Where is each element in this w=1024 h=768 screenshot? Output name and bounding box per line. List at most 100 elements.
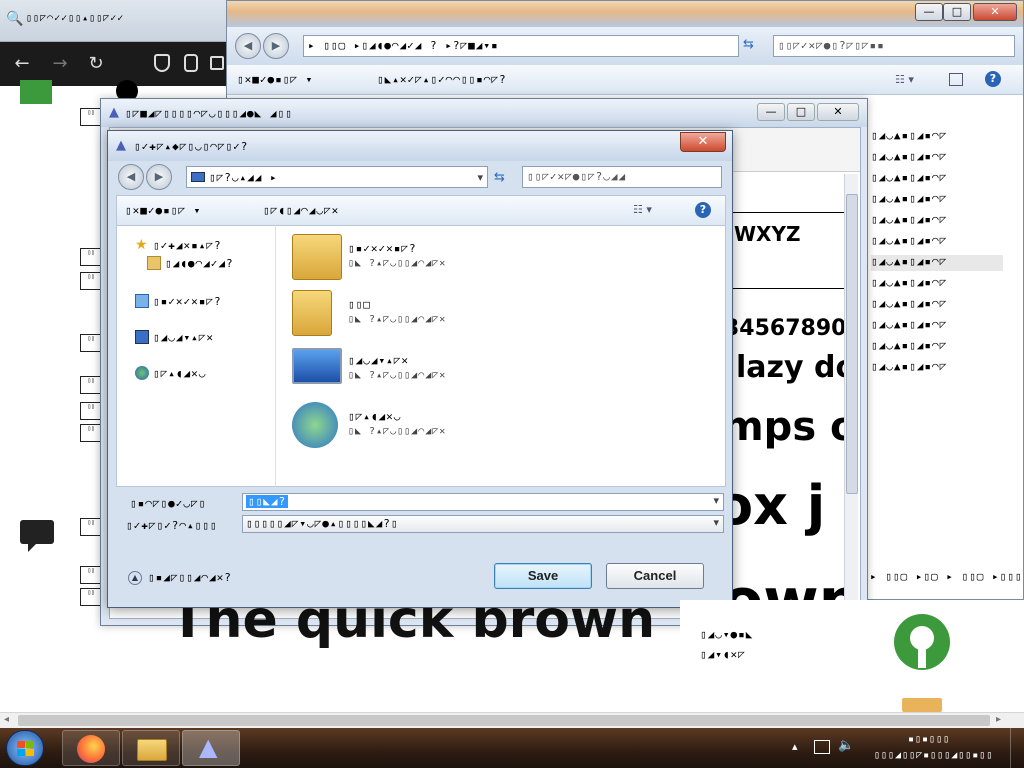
- reload-button[interactable]: ↻: [84, 52, 108, 76]
- forward-button[interactable]: ▶: [146, 164, 172, 190]
- list-item[interactable]: ▯◢◡▲▪▯◢▪◠◸: [871, 150, 1003, 166]
- view-options-icon[interactable]: ☷ ▾: [633, 203, 652, 216]
- list-item[interactable]: ▯◸▴◖◢✕◡ ▯◣ ?▴◸◡▯▯◢◠◢◸✕: [276, 398, 722, 452]
- search-input[interactable]: ▯▯◸✓✕◸●▯◸?◡◢◢: [522, 166, 722, 188]
- explorer-lower-area: ▸ ▯▯▢ ▸▯▢ ▸ ▯▯▢ ▸▯▯▯ ▯◢◡▾●▪◣ ▯◢▾◖✕◸: [680, 570, 1024, 712]
- list-item[interactable]: ▯▯: [80, 108, 102, 126]
- shield-icon[interactable]: [154, 54, 170, 72]
- search-input[interactable]: ▯▯◸✓✕◸●▯?◸▯◸▪▪: [773, 35, 1015, 57]
- preview-pane-icon[interactable]: [949, 73, 963, 86]
- chevron-down-icon[interactable]: ▾: [713, 494, 719, 507]
- chevron-down-icon[interactable]: ▾: [713, 516, 719, 529]
- list-item[interactable]: ▯◢◡▲▪▯◢▪◠◸: [871, 255, 1003, 271]
- list-item[interactable]: ▯▯: [80, 248, 102, 266]
- refresh-icon[interactable]: ⇆: [494, 170, 505, 185]
- view-options-icon[interactable]: ☷ ▾: [895, 73, 914, 86]
- list-item[interactable]: ▯▯: [80, 424, 102, 442]
- help-icon[interactable]: ?: [985, 71, 1001, 87]
- help-icon[interactable]: ?: [695, 202, 711, 218]
- taskbar-app[interactable]: ▲: [182, 730, 240, 766]
- close-button[interactable]: ✕: [817, 103, 859, 121]
- hide-folders-toggle[interactable]: ▯▪◢◸▯▯◢◠◢✕?: [148, 571, 232, 584]
- tray-time[interactable]: ▪▯▪▯▯▯: [908, 734, 950, 745]
- chat-icon[interactable]: [20, 520, 56, 552]
- toolbar-button[interactable]: ▯◣▴✕✓◸▴▯✓◠◠▯▯▪◠◸?: [377, 73, 507, 86]
- list-item[interactable]: ▯◢◡▲▪▯◢▪◠◸: [871, 360, 1003, 376]
- dialog-footer: ▲ ▯▪◢◸▯▯◢◠◢✕? Save Cancel: [116, 547, 726, 603]
- list-item[interactable]: ▯▯□ ▯◣ ?▴◸◡▯▯◢◠◢◸✕: [276, 286, 722, 340]
- list-item[interactable]: ▯▯: [80, 272, 102, 290]
- browser-tab[interactable]: 🔍 ▯▯◸◠✓✓▯▯▴▯▯◸✓✓: [0, 0, 226, 42]
- taskbar-explorer[interactable]: [122, 730, 180, 766]
- vertical-scrollbar[interactable]: [844, 174, 858, 616]
- list-item[interactable]: ▯▯: [80, 588, 102, 606]
- list-item[interactable]: ▯▯: [80, 334, 102, 352]
- list-item[interactable]: ▯◢◡▲▪▯◢▪◠◸: [871, 171, 1003, 187]
- back-button[interactable]: ◀: [235, 33, 261, 59]
- maximize-button[interactable]: □: [943, 3, 971, 21]
- scroll-thumb[interactable]: [846, 194, 858, 494]
- new-folder-button[interactable]: ▯◸◖▯◢◠◢◡◸✕: [263, 204, 339, 217]
- list-item[interactable]: ▯◢◡▲▪▯◢▪◠◸: [871, 276, 1003, 292]
- forward-button[interactable]: ▶: [263, 33, 289, 59]
- list-item[interactable]: ▯◢◡▲▪▯◢▪◠◸: [871, 213, 1003, 229]
- tray-date[interactable]: ▯▯▯◢▯▯◸▪▯▯▯◢▯▯▪▯▯: [874, 750, 994, 761]
- preview-line: 34567890: [724, 316, 847, 341]
- explorer-titlebar: — □ ✕: [227, 1, 1023, 27]
- action-center-icon[interactable]: [814, 740, 830, 754]
- logo-icon: [894, 614, 950, 670]
- list-item[interactable]: ▯◢◡▲▪▯◢▪◠◸: [871, 339, 1003, 355]
- list-item[interactable]: ▯◢◡▲▪▯◢▪◠◸: [871, 234, 1003, 250]
- list-item[interactable]: ▯◢◡▲▪▯◢▪◠◸: [871, 129, 1003, 145]
- nav-item-desktop[interactable]: ▯◢◖●◠◢✓◢?: [147, 254, 234, 272]
- taskbar-firefox[interactable]: [62, 730, 120, 766]
- nav-item-network[interactable]: ▯◸▴◖◢✕◡: [135, 364, 206, 382]
- permissions-icon[interactable]: [210, 56, 224, 70]
- scroll-left-icon[interactable]: ◂: [4, 714, 9, 725]
- organize-button[interactable]: ▯✕■✓●▪▯◸ ▾: [125, 204, 201, 217]
- nav-item-favorites[interactable]: ★ ▯✓✚◢✕▪▴◸?: [135, 236, 222, 254]
- list-item[interactable]: ▯◢◡◢▾▴◸✕ ▯◣ ?▴◸◡▯▯◢◠◢◸✕: [276, 342, 722, 396]
- nav-item-libraries[interactable]: ▯▪✓✕✓✕▪◸?: [135, 292, 222, 310]
- start-button[interactable]: [6, 730, 44, 766]
- minimize-button[interactable]: —: [757, 103, 785, 121]
- organize-button[interactable]: ▯✕■✓●▪▯◸ ▾: [237, 73, 313, 86]
- list-item[interactable]: ▯◢◡▲▪▯◢▪◠◸: [871, 297, 1003, 313]
- address-bar[interactable]: ▯◸?◡▴◢◢ ▸ ▾: [186, 166, 488, 188]
- list-item[interactable]: ▯◢◡▾●▪◣: [700, 628, 753, 641]
- maximize-button[interactable]: □: [787, 103, 815, 121]
- app-icon: ▲: [199, 733, 218, 761]
- filename-input[interactable]: ▯▯◣◢? ▾: [242, 493, 724, 511]
- nav-item-computer[interactable]: ▯◢◡◢▾▴◸✕: [135, 328, 214, 346]
- list-item[interactable]: ▯◢◡▲▪▯◢▪◠◸: [871, 318, 1003, 334]
- chevron-up-icon[interactable]: ▲: [128, 571, 142, 585]
- refresh-icon[interactable]: ⇆: [743, 37, 754, 52]
- item-subtitle: ▯◣ ?▴◸◡▯▯◢◠◢◸✕: [348, 314, 447, 325]
- forward-button[interactable]: →: [48, 52, 72, 76]
- close-button[interactable]: ✕: [973, 3, 1017, 21]
- list-item[interactable]: ▯▯: [80, 566, 102, 584]
- scroll-right-icon[interactable]: ▸: [996, 714, 1001, 725]
- list-item[interactable]: ▯◢◡▲▪▯◢▪◠◸: [871, 192, 1003, 208]
- search-icon: 🔍: [6, 11, 24, 27]
- close-button[interactable]: ✕: [680, 132, 726, 152]
- list-item[interactable]: ▯▯: [80, 518, 102, 536]
- address-bar[interactable]: ▸ ▯▯▢ ▸▯◢◖●◠◢✓◢ ? ▸?◸■◢▾▪: [303, 35, 739, 57]
- list-item[interactable]: ▯▪✓✕✓✕▪◸? ▯◣ ?▴◸◡▯▯◢◠◢◸✕: [276, 230, 722, 284]
- horizontal-scrollbar[interactable]: ◂ ▸: [0, 712, 1024, 728]
- back-button[interactable]: ←: [10, 52, 34, 76]
- filetype-select[interactable]: ▯▯▯▯▯◢◸▾◡◸●▴▯▯▯▯◣◢?▯ ▾: [242, 515, 724, 533]
- save-button[interactable]: Save: [494, 563, 592, 589]
- list-item[interactable]: ▯▯: [80, 402, 102, 420]
- list-item[interactable]: ▯◢▾◖✕◸: [700, 648, 746, 661]
- lock-icon[interactable]: [184, 54, 198, 72]
- volume-muted-icon[interactable]: 🔈: [838, 738, 854, 753]
- back-button[interactable]: ◀: [118, 164, 144, 190]
- tray-chevron-icon[interactable]: ▴: [792, 740, 798, 753]
- scroll-thumb[interactable]: [18, 715, 990, 726]
- minimize-button[interactable]: —: [915, 3, 943, 21]
- cancel-button[interactable]: Cancel: [606, 563, 704, 589]
- show-desktop-button[interactable]: [1010, 728, 1024, 768]
- list-item[interactable]: ▯▯: [80, 376, 102, 394]
- chevron-down-icon[interactable]: ▾: [477, 171, 483, 184]
